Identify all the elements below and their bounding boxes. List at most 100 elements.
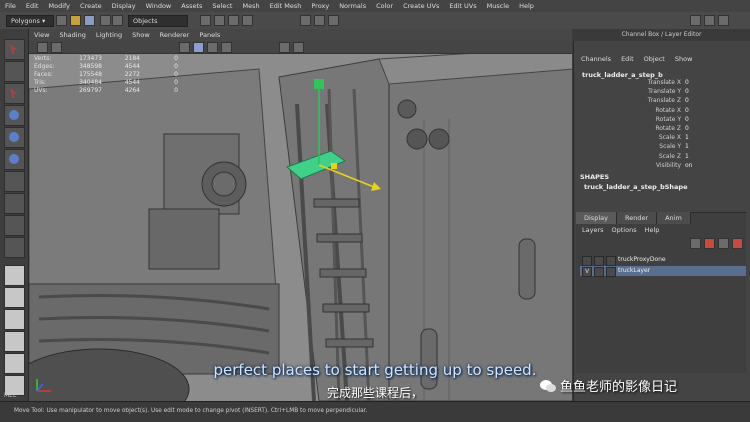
attribute-row[interactable]: Rotate Y 0 xyxy=(580,116,715,125)
delete-layer-icon[interactable] xyxy=(732,238,743,249)
menu-set-selector[interactable]: Polygons ▾ xyxy=(6,15,54,27)
viewport-menu-shading[interactable]: Shading xyxy=(54,31,90,39)
viewport-menu-renderer[interactable]: Renderer xyxy=(155,31,195,39)
channel-menu-object[interactable]: Object xyxy=(639,55,670,63)
textured-icon[interactable] xyxy=(207,42,218,53)
attribute-row[interactable]: Rotate Z 0 xyxy=(580,125,715,134)
paint-select-tool-icon[interactable] xyxy=(4,83,25,104)
attribute-row[interactable]: Visibility on xyxy=(580,162,715,171)
attribute-value[interactable]: 0 xyxy=(685,97,689,104)
show-tool-settings-icon[interactable] xyxy=(718,15,729,26)
layer-type-toggle[interactable] xyxy=(594,256,604,266)
menu-proxy[interactable]: Proxy xyxy=(306,2,334,10)
channel-menu-channels[interactable]: Channels xyxy=(576,55,616,63)
attribute-row[interactable]: Translate Z 0 xyxy=(580,97,715,106)
layer-menu-layers[interactable]: Layers xyxy=(578,226,608,234)
persp-graph-layout-icon[interactable] xyxy=(4,331,25,352)
layer-visibility-toggle[interactable] xyxy=(582,256,592,266)
lights-icon[interactable] xyxy=(221,42,232,53)
menu-file[interactable]: File xyxy=(0,2,21,10)
snap-grid-icon[interactable] xyxy=(200,15,211,26)
last-tool-icon[interactable] xyxy=(4,237,25,258)
layer-tab-render[interactable]: Render xyxy=(616,212,658,224)
attribute-value[interactable]: 0 xyxy=(685,88,689,95)
viewport-menu-panels[interactable]: Panels xyxy=(194,31,225,39)
show-channel-box-icon[interactable] xyxy=(690,15,701,26)
channel-menu-edit[interactable]: Edit xyxy=(616,55,639,63)
attribute-value[interactable]: 0 xyxy=(685,116,689,123)
universal-manipulator-icon[interactable] xyxy=(4,171,25,192)
move-manipulator-y-handle[interactable] xyxy=(314,79,324,89)
show-attribute-editor-icon[interactable] xyxy=(704,15,715,26)
new-scene-icon[interactable] xyxy=(56,15,67,26)
camera-attributes-icon[interactable] xyxy=(37,42,48,53)
move-tool-icon[interactable] xyxy=(4,105,25,126)
layer-menu-options[interactable]: Options xyxy=(608,226,641,234)
menu-muscle[interactable]: Muscle xyxy=(482,2,515,10)
layer-name[interactable]: truckProxyDone xyxy=(618,255,666,265)
menu-display[interactable]: Display xyxy=(107,2,141,10)
camera-bookmark-icon[interactable] xyxy=(51,42,62,53)
scale-tool-icon[interactable] xyxy=(4,149,25,170)
new-layer-from-selected-icon[interactable] xyxy=(704,238,715,249)
menu-create-uvs[interactable]: Create UVs xyxy=(398,2,444,10)
four-view-layout-icon[interactable] xyxy=(4,287,25,308)
layer-color-swatch[interactable] xyxy=(606,267,616,277)
layer-options-icon[interactable] xyxy=(718,238,729,249)
persp-outliner-layout-icon[interactable] xyxy=(4,309,25,330)
rotate-tool-icon[interactable] xyxy=(4,127,25,148)
channel-menu-show[interactable]: Show xyxy=(670,55,698,63)
menu-window[interactable]: Window xyxy=(141,2,177,10)
soft-modification-icon[interactable] xyxy=(4,193,25,214)
attribute-row[interactable]: Rotate X 0 xyxy=(580,107,715,116)
mel-command-label[interactable]: MEL xyxy=(4,392,16,399)
attribute-row[interactable]: Scale Z 1 xyxy=(580,153,715,162)
render-icon[interactable] xyxy=(300,15,311,26)
attribute-value[interactable]: 0 xyxy=(685,79,689,86)
viewport-menu-show[interactable]: Show xyxy=(127,31,155,39)
xray-icon[interactable] xyxy=(293,42,304,53)
menu-select[interactable]: Select xyxy=(207,2,237,10)
isolate-select-icon[interactable] xyxy=(279,42,290,53)
layer-row[interactable]: VtruckLayer xyxy=(580,266,746,277)
save-scene-icon[interactable] xyxy=(84,15,95,26)
new-layer-icon[interactable] xyxy=(690,238,701,249)
move-manipulator-center[interactable] xyxy=(331,163,337,169)
layer-tab-display[interactable]: Display xyxy=(576,212,617,224)
select-object-icon[interactable] xyxy=(112,15,123,26)
show-manipulator-icon[interactable] xyxy=(4,215,25,236)
menu-modify[interactable]: Modify xyxy=(43,2,75,10)
layer-type-toggle[interactable] xyxy=(594,267,604,277)
menu-edit-mesh[interactable]: Edit Mesh xyxy=(265,2,307,10)
menu-help[interactable]: Help xyxy=(514,2,539,10)
ipr-render-icon[interactable] xyxy=(314,15,325,26)
menu-edit[interactable]: Edit xyxy=(21,2,44,10)
menu-assets[interactable]: Assets xyxy=(176,2,207,10)
lasso-tool-icon[interactable] xyxy=(4,61,25,82)
layer-visibility-toggle[interactable]: V xyxy=(582,267,592,277)
single-perspective-layout-icon[interactable] xyxy=(4,265,25,286)
snap-point-icon[interactable] xyxy=(228,15,239,26)
attribute-row[interactable]: Scale Y 1 xyxy=(580,143,715,152)
select-tool-icon[interactable] xyxy=(4,39,25,60)
snap-curve-icon[interactable] xyxy=(214,15,225,26)
menu-create[interactable]: Create xyxy=(75,2,107,10)
select-hierarchy-icon[interactable] xyxy=(100,15,111,26)
attribute-value[interactable]: 0 xyxy=(685,107,689,114)
shape-node-name[interactable]: truck_ladder_a_step_bShape xyxy=(584,183,687,191)
menu-mesh[interactable]: Mesh xyxy=(237,2,264,10)
snap-surface-icon[interactable] xyxy=(242,15,253,26)
selection-mask-dropdown[interactable]: Objects xyxy=(128,15,188,27)
attribute-value[interactable]: 1 xyxy=(685,153,689,160)
attribute-value[interactable]: 1 xyxy=(685,134,689,141)
attribute-value[interactable]: 0 xyxy=(685,125,689,132)
wireframe-icon[interactable] xyxy=(179,42,190,53)
menu-normals[interactable]: Normals xyxy=(334,2,371,10)
smooth-shade-icon[interactable] xyxy=(193,42,204,53)
layer-color-swatch[interactable] xyxy=(606,256,616,266)
attribute-value[interactable]: 1 xyxy=(685,143,689,150)
layer-row[interactable]: truckProxyDone xyxy=(580,255,746,266)
layer-tab-anim[interactable]: Anim xyxy=(657,212,691,224)
attribute-row[interactable]: Translate X 0 xyxy=(580,79,715,88)
layer-name[interactable]: truckLayer xyxy=(618,266,650,276)
